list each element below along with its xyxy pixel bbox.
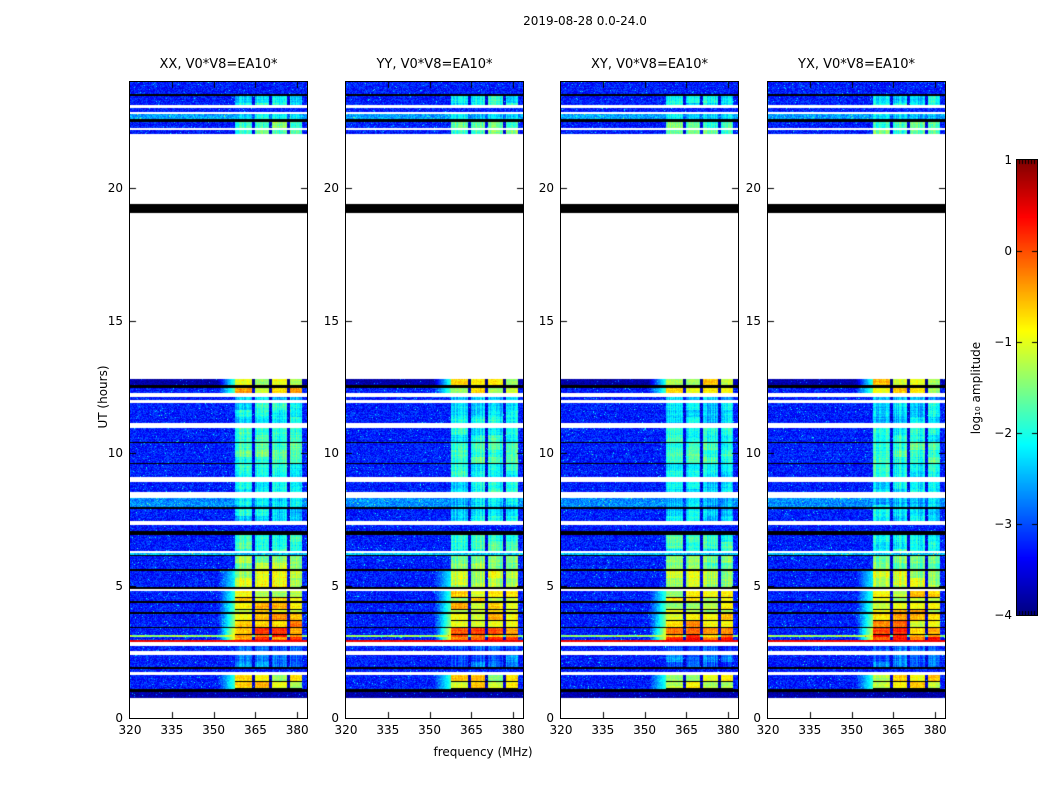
x-tick-label: 350 <box>418 723 442 737</box>
y-tick-label: 5 <box>546 578 554 593</box>
y-axis-label: UT (hours) <box>96 365 110 429</box>
figure-title: 2019-08-28 0.0-24.0 <box>523 14 647 28</box>
panel-title: YY, V0*V8=EA10* <box>376 57 493 72</box>
x-axis-label: frequency (MHz) <box>433 745 533 759</box>
y-tick-label: 5 <box>753 578 761 593</box>
y-tick-label: 5 <box>115 578 123 593</box>
colorbar <box>1016 159 1038 616</box>
y-tick-label: 15 <box>745 313 761 328</box>
x-tick-label: 380 <box>923 723 947 737</box>
x-tick-label: 350 <box>633 723 657 737</box>
x-tick-label: 350 <box>202 723 226 737</box>
x-tick-label: 365 <box>674 723 698 737</box>
y-tick-label: 5 <box>331 578 339 593</box>
y-tick-label: 0 <box>546 711 554 725</box>
colorbar-tick-label: −3 <box>994 517 1012 531</box>
y-tick-label: 0 <box>753 711 761 725</box>
x-tick-label: 335 <box>798 723 822 737</box>
y-tick-label: 20 <box>538 181 554 195</box>
panel-title: XX, V0*V8=EA10* <box>159 57 278 72</box>
spectrogram-panel-xx <box>129 81 308 719</box>
x-tick-label: 350 <box>840 723 864 737</box>
x-tick-label: 335 <box>591 723 615 737</box>
panel-title: YX, V0*V8=EA10* <box>798 57 915 72</box>
x-tick-label: 365 <box>243 723 267 737</box>
colorbar-tick-label: 0 <box>1004 244 1012 258</box>
colorbar-tick-label: 1 <box>1004 153 1012 167</box>
x-tick-label: 335 <box>376 723 400 737</box>
colorbar-tick-label: −4 <box>994 608 1012 622</box>
y-tick-label: 10 <box>745 446 761 460</box>
panel-title: XY, V0*V8=EA10* <box>591 57 708 72</box>
y-tick-label: 10 <box>323 446 339 460</box>
y-tick-label: 10 <box>107 446 123 460</box>
spectrogram-panel-xy <box>560 81 739 719</box>
y-tick-label: 0 <box>331 711 339 725</box>
y-tick-label: 10 <box>538 446 554 460</box>
y-tick-label: 15 <box>538 313 554 328</box>
colorbar-tick-label: −2 <box>994 426 1012 440</box>
x-tick-label: 335 <box>160 723 184 737</box>
y-tick-label: 20 <box>323 181 339 195</box>
colorbar-tick-label: −1 <box>994 335 1012 349</box>
y-tick-label: 15 <box>323 313 339 328</box>
x-tick-label: 365 <box>881 723 905 737</box>
y-tick-label: 20 <box>745 181 761 195</box>
spectrogram-panel-yx <box>767 81 946 719</box>
y-tick-label: 20 <box>107 181 123 195</box>
y-tick-label: 0 <box>115 711 123 725</box>
spectrogram-panel-yy <box>345 81 524 719</box>
x-tick-label: 365 <box>459 723 483 737</box>
y-tick-label: 15 <box>107 313 123 328</box>
figure: 2019-08-28 0.0-24.0 UT (hours) frequency… <box>0 0 1050 800</box>
